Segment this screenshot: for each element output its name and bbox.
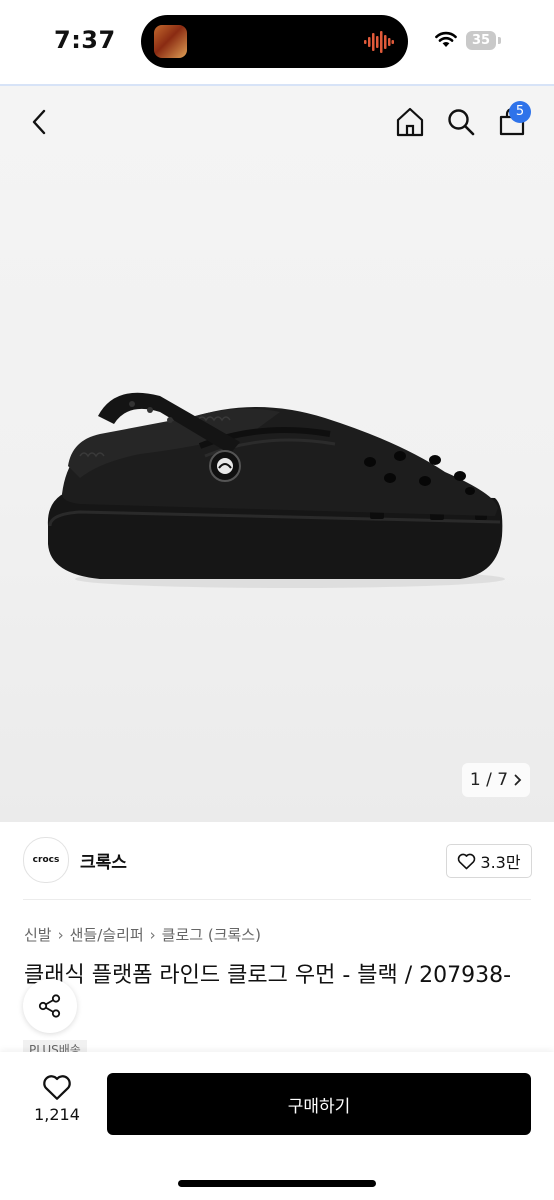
product-photo xyxy=(47,392,505,588)
search-button[interactable] xyxy=(441,102,481,142)
status-time: 7:37 xyxy=(54,26,116,54)
brand-logo[interactable]: crocs xyxy=(23,837,69,883)
status-bar: 7:37 35 xyxy=(0,0,554,84)
home-indicator xyxy=(178,1180,376,1187)
now-playing-artwork xyxy=(154,25,187,58)
cart-count-badge: 5 xyxy=(509,101,531,123)
home-icon xyxy=(396,107,424,137)
battery-indicator: 35 xyxy=(466,31,496,50)
image-counter-button[interactable]: 1 / 7 xyxy=(462,763,530,797)
buy-button[interactable]: 구매하기 xyxy=(107,1073,531,1135)
wishlist-count: 1,214 xyxy=(34,1105,80,1124)
brand-like-button[interactable]: 3.3만 xyxy=(446,844,532,878)
heart-icon xyxy=(43,1075,71,1100)
breadcrumb-item[interactable]: 샌들/슬리퍼 xyxy=(70,924,144,945)
audio-wave-icon xyxy=(364,31,394,53)
share-icon xyxy=(38,994,61,1018)
chevron-right-icon xyxy=(514,774,522,786)
breadcrumb-item[interactable]: 신발 xyxy=(24,924,52,945)
bottom-purchase-bar: 1,214 구매하기 xyxy=(0,1052,554,1200)
back-icon xyxy=(32,109,46,135)
dynamic-island[interactable] xyxy=(141,15,408,68)
brand-name[interactable]: 크록스 xyxy=(80,848,127,873)
back-button[interactable] xyxy=(22,104,58,140)
image-counter-text: 1 / 7 xyxy=(469,770,509,790)
chevron-right-icon: › xyxy=(57,925,64,944)
chevron-right-icon: › xyxy=(149,925,156,944)
brand-like-count: 3.3만 xyxy=(480,853,521,872)
product-title: 클래식 플랫폼 라인드 클로그 우먼 - 블랙 / 207938-001 xyxy=(24,963,512,1023)
battery-tip xyxy=(498,37,501,44)
share-button[interactable] xyxy=(23,979,77,1033)
wishlist-button[interactable]: 1,214 xyxy=(26,1074,88,1134)
product-image-gallery[interactable]: 1 / 7 xyxy=(0,86,554,822)
breadcrumb: 신발 › 샌들/슬리퍼 › 클로그 (크록스) xyxy=(24,924,261,945)
breadcrumb-item[interactable]: 클로그 (크록스) xyxy=(162,924,261,945)
divider xyxy=(23,899,531,900)
heart-icon xyxy=(458,853,476,869)
wifi-icon xyxy=(435,31,457,47)
home-button[interactable] xyxy=(390,102,430,142)
search-icon xyxy=(448,109,475,136)
